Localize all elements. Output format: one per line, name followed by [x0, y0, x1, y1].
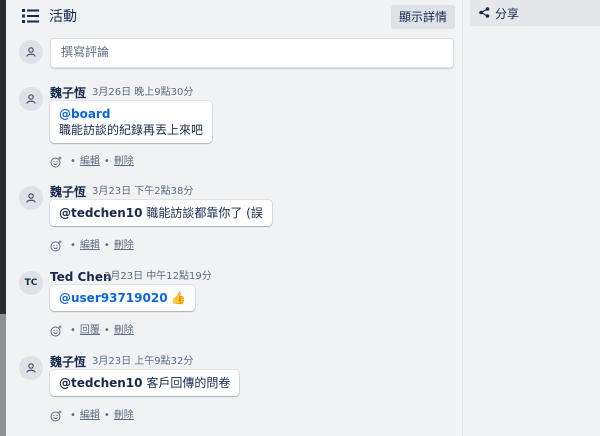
comment-bubble: @tedchen10 職能訪談都靠你了 (誤 [50, 200, 272, 226]
add-reaction-icon[interactable] [50, 410, 62, 422]
avatar[interactable] [19, 87, 43, 111]
comment-actions: • 回覆 • 刪除 [50, 325, 134, 337]
mention-link[interactable]: @user93719020 [59, 291, 168, 305]
comment-actions: • 編輯 • 刪除 [50, 240, 134, 252]
avatar[interactable] [19, 356, 43, 380]
edit-link[interactable]: 編輯 [80, 156, 100, 168]
comment-bubble: @tedchen10 客戶回傳的問卷 [50, 370, 240, 396]
share-label: 分享 [495, 7, 520, 21]
author-name[interactable]: 魏子恆 [50, 85, 86, 101]
left-panel-edge [0, 0, 6, 436]
left-panel-edge-lower [0, 314, 6, 436]
avatar[interactable] [19, 186, 43, 210]
write-comment-box[interactable] [50, 38, 454, 68]
separator: • [103, 156, 110, 167]
separator: • [70, 325, 76, 336]
panel-divider [462, 0, 463, 436]
comment-text: 👍 [167, 291, 187, 305]
separator: • [103, 325, 110, 336]
comment-input[interactable] [51, 39, 451, 65]
share-icon [479, 7, 490, 18]
timestamp[interactable]: 3月23日 上午9點32分 [92, 355, 193, 369]
author-name[interactable]: Ted Chen [50, 269, 112, 285]
comment-actions: • 編輯 • 刪除 [50, 156, 134, 168]
delete-link[interactable]: 刪除 [114, 156, 134, 168]
timestamp[interactable]: 3月23日 中午12點19分 [104, 270, 212, 284]
avatar[interactable]: TC [19, 271, 43, 295]
delete-link[interactable]: 刪除 [114, 325, 134, 337]
delete-link[interactable]: 刪除 [114, 240, 134, 252]
user-icon [26, 363, 36, 373]
user-icon [26, 193, 36, 203]
comment-text: 客戶回傳的問卷 [142, 376, 231, 390]
add-reaction-icon[interactable] [50, 325, 62, 337]
comment-actions: • 編輯 • 刪除 [50, 410, 134, 422]
activity-list-icon [22, 9, 39, 23]
separator: • [103, 240, 110, 251]
comment-bubble: @user93719020 👍 [50, 285, 196, 311]
delete-link[interactable]: 刪除 [114, 410, 134, 422]
add-reaction-icon[interactable] [50, 240, 62, 252]
activity-title: 活動 [49, 9, 77, 25]
edit-link[interactable]: 編輯 [80, 410, 100, 422]
author-name[interactable]: 魏子恆 [50, 354, 86, 370]
timestamp[interactable]: 3月26日 晚上9點30分 [92, 86, 193, 100]
add-reaction-icon[interactable] [50, 156, 62, 168]
author-name[interactable]: 魏子恆 [50, 184, 86, 200]
separator: • [70, 410, 76, 421]
comment-text: 職能訪談都靠你了 (誤 [142, 206, 263, 220]
show-details-button[interactable]: 顯示詳情 [391, 5, 455, 29]
separator: • [103, 410, 110, 421]
timestamp[interactable]: 3月23日 下午2點38分 [92, 185, 193, 199]
mention-link[interactable]: @board [59, 106, 203, 122]
user-icon [26, 94, 36, 104]
reply-link[interactable]: 回覆 [80, 325, 100, 337]
separator: • [70, 240, 76, 251]
user-icon [26, 47, 36, 57]
comment-bubble: @board 職能訪談的紀錄再丟上來吧 [50, 101, 213, 143]
comment-text: 職能訪談的紀錄再丟上來吧 [59, 123, 204, 137]
edit-link[interactable]: 編輯 [80, 240, 100, 252]
current-user-avatar[interactable] [19, 40, 43, 64]
separator: • [70, 156, 76, 167]
share-button[interactable]: 分享 [470, 0, 600, 26]
mention-link[interactable]: @tedchen10 [59, 376, 143, 390]
mention-link[interactable]: @tedchen10 [59, 206, 143, 220]
